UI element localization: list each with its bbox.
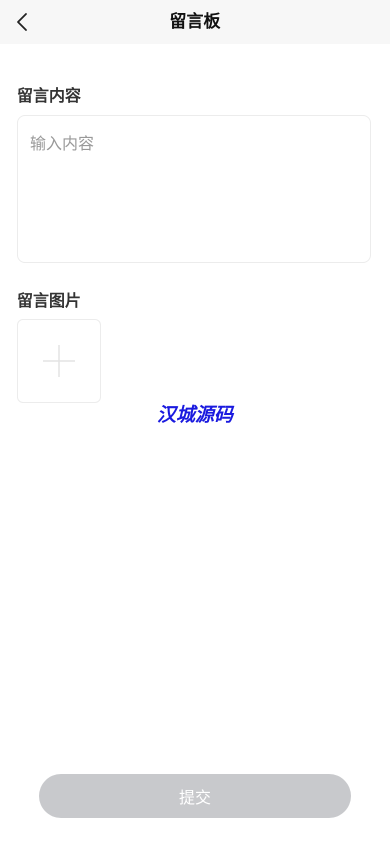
message-content-input[interactable]: [17, 115, 371, 263]
add-image-button[interactable]: [17, 319, 101, 403]
submit-button[interactable]: 提交: [39, 774, 351, 818]
message-content-label: 留言内容: [17, 86, 82, 105]
message-images-label: 留言图片: [17, 291, 82, 310]
plus-icon: [43, 345, 75, 377]
watermark-text: 汉城源码: [156, 404, 233, 426]
navbar: 留言板: [0, 0, 390, 44]
page-title: 留言板: [169, 12, 221, 32]
